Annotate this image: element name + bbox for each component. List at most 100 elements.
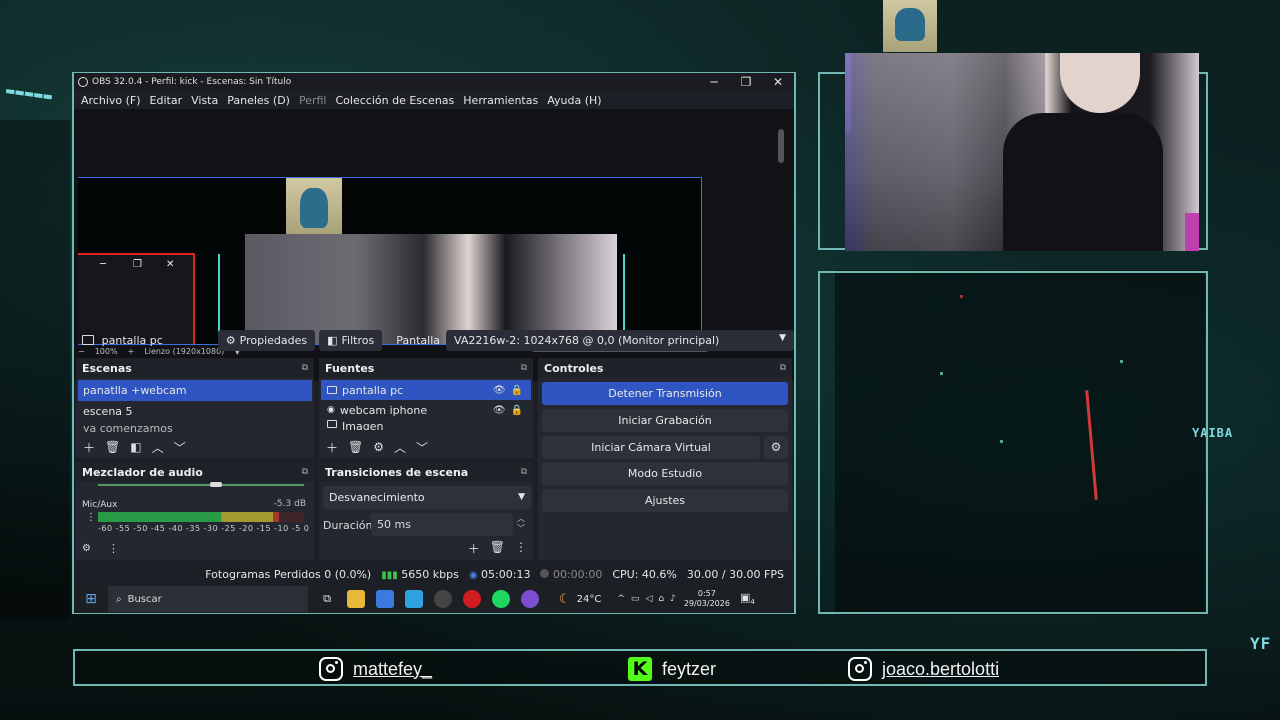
taskbar-search[interactable]: ⌕ Buscar: [108, 586, 308, 612]
menu-icon[interactable]: ⋮: [515, 540, 527, 557]
windows-start-icon[interactable]: ⊞: [74, 591, 108, 607]
duration-input[interactable]: 50 ms: [371, 513, 513, 536]
notifications-icon[interactable]: ▣4: [740, 591, 755, 606]
undock-icon[interactable]: ⧉: [302, 467, 308, 477]
filter-icon: ◧: [327, 333, 338, 347]
properties-button[interactable]: ⚙ Propiedades: [217, 329, 316, 351]
undock-icon[interactable]: ⧉: [780, 363, 786, 373]
menu-scene-collection[interactable]: Colección de Escenas: [336, 94, 455, 107]
scene-item[interactable]: panatlla +webcam: [78, 380, 312, 401]
scene-item[interactable]: ya comenzamos: [78, 422, 312, 432]
microphone-icon[interactable]: ♪: [670, 594, 676, 604]
nested-close-icon: ✕: [166, 259, 175, 270]
instagram-link-1[interactable]: mattefey_: [319, 657, 432, 681]
trash-icon[interactable]: 🗑: [348, 440, 363, 454]
display-label: Pantalla: [396, 333, 440, 347]
duration-stepper[interactable]: ︿ ﹀: [517, 514, 525, 534]
gear-icon[interactable]: ⚙: [373, 440, 384, 454]
volume-icon[interactable]: ◁: [645, 594, 652, 604]
start-virtual-camera-button[interactable]: Iniciar Cámara Virtual: [542, 436, 760, 459]
add-icon[interactable]: ＋: [468, 540, 480, 557]
preview-vertical-scrollbar[interactable]: [778, 129, 784, 163]
weather-widget[interactable]: ☾ 24°C: [559, 592, 601, 607]
task-view-icon[interactable]: ⧉: [318, 590, 336, 608]
instagram-icon: [319, 657, 343, 681]
instagram-link-2[interactable]: joaco.bertolotti: [848, 657, 999, 681]
nested-minimize-icon: ─: [100, 259, 107, 270]
scene-filter-icon[interactable]: ◧: [130, 440, 141, 454]
trash-icon[interactable]: 🗑: [490, 540, 505, 557]
moon-icon: ☾: [559, 591, 571, 607]
properties-label: Propiedades: [239, 333, 308, 347]
scenes-title: Escenas: [82, 361, 132, 375]
add-icon[interactable]: ＋: [83, 439, 95, 456]
chevron-up-icon[interactable]: ︿: [394, 439, 406, 456]
close-button[interactable]: ✕: [762, 73, 794, 91]
eye-icon[interactable]: 👁: [493, 385, 506, 396]
sources-dock: Fuentes ⧉ pantalla pc 👁 🔒 ◉ webcam iphone…: [319, 358, 533, 458]
virtual-camera-settings-icon[interactable]: ⚙: [764, 436, 788, 459]
stop-streaming-button[interactable]: Detener Transmisión: [542, 382, 788, 405]
source-item[interactable]: pantalla pc 👁 🔒: [321, 380, 531, 400]
studio-mode-button[interactable]: Modo Estudio: [542, 462, 788, 485]
display-select[interactable]: VA2216w-2: 1024x768 @ 0,0 (Monitor princ…: [446, 329, 794, 351]
scene-item[interactable]: escena 5: [78, 401, 312, 422]
start-recording-button[interactable]: Iniciar Grabación: [542, 409, 788, 432]
transition-select[interactable]: Desvanecimiento ▼: [323, 486, 531, 509]
kick-link[interactable]: K feytzer: [628, 657, 716, 681]
file-explorer-icon[interactable]: [347, 590, 365, 608]
usb-icon[interactable]: ⌂: [658, 594, 664, 604]
instagram-icon: [848, 657, 872, 681]
menu-profile[interactable]: Perfil: [299, 94, 327, 107]
menu-docks[interactable]: Paneles (D): [227, 94, 290, 107]
filters-button[interactable]: ◧ Filtros: [319, 329, 383, 351]
add-icon[interactable]: ＋: [326, 439, 338, 456]
cpu-usage: CPU: 40.6%: [612, 567, 677, 581]
scenes-dock: Escenas ⧉ panatlla +webcam escena 5 ya co…: [76, 358, 314, 458]
chevron-down-icon[interactable]: ﹀: [416, 439, 428, 456]
menu-edit[interactable]: Editar: [150, 94, 183, 107]
lock-icon[interactable]: 🔒: [511, 385, 523, 396]
mixer-settings-icon[interactable]: ⚙: [82, 543, 91, 554]
settings-button[interactable]: Ajustes: [542, 489, 788, 512]
transitions-toolbar: ＋ 🗑 ⋮: [468, 540, 527, 557]
sources-toolbar: ＋ 🗑 ⚙ ︿ ﹀: [319, 436, 428, 458]
discord-icon[interactable]: [521, 590, 539, 608]
eye-icon[interactable]: 👁: [493, 405, 506, 416]
source-name: pantalla pc: [342, 383, 404, 397]
obs-taskbar-icon[interactable]: [434, 590, 452, 608]
undock-icon[interactable]: ⧉: [521, 467, 527, 477]
record-time: 00:00:00: [552, 567, 603, 581]
undock-icon[interactable]: ⧉: [302, 363, 308, 373]
dropped-frames: Fotogramas Perdidos 0 (0.0%): [205, 567, 372, 581]
chevron-down-icon[interactable]: ﹀: [174, 439, 186, 456]
sources-title: Fuentes: [325, 361, 375, 375]
menu-tools[interactable]: Herramientas: [463, 94, 538, 107]
store-icon[interactable]: [376, 590, 394, 608]
source-item[interactable]: Imagen: [321, 420, 531, 430]
menu-file[interactable]: Archivo (F): [81, 94, 141, 107]
menu-view[interactable]: Vista: [191, 94, 218, 107]
clock-date: 29/03/2026: [683, 599, 730, 608]
taskbar-clock[interactable]: 0:57 29/03/2026: [684, 589, 730, 609]
volume-track[interactable]: [98, 484, 304, 486]
preview-canvas[interactable]: ─ ❐ ✕: [78, 177, 702, 345]
menu-help[interactable]: Ayuda (H): [547, 94, 601, 107]
lock-icon[interactable]: 🔒: [511, 405, 523, 416]
minimize-button[interactable]: ─: [698, 73, 730, 91]
spotify-icon[interactable]: [492, 590, 510, 608]
maximize-button[interactable]: ❐: [730, 73, 762, 91]
undock-icon[interactable]: ⧉: [521, 363, 527, 373]
opera-icon[interactable]: [463, 590, 481, 608]
edge-icon[interactable]: [405, 590, 423, 608]
webcam-feed: [845, 53, 1199, 251]
chevron-up-icon[interactable]: ︿: [152, 439, 164, 456]
network-icon[interactable]: ▭: [631, 594, 640, 604]
mixer-menu-icon[interactable]: ⋮: [108, 542, 119, 555]
mixer-title: Mezclador de audio: [82, 465, 203, 479]
volume-slider-knob[interactable]: [210, 482, 222, 487]
channel-menu-icon[interactable]: ⋮: [86, 512, 96, 523]
trash-icon[interactable]: 🗑: [105, 440, 120, 454]
source-item[interactable]: ◉ webcam iphone 👁 🔒: [321, 400, 531, 420]
chevron-up-icon[interactable]: ^: [617, 594, 625, 604]
